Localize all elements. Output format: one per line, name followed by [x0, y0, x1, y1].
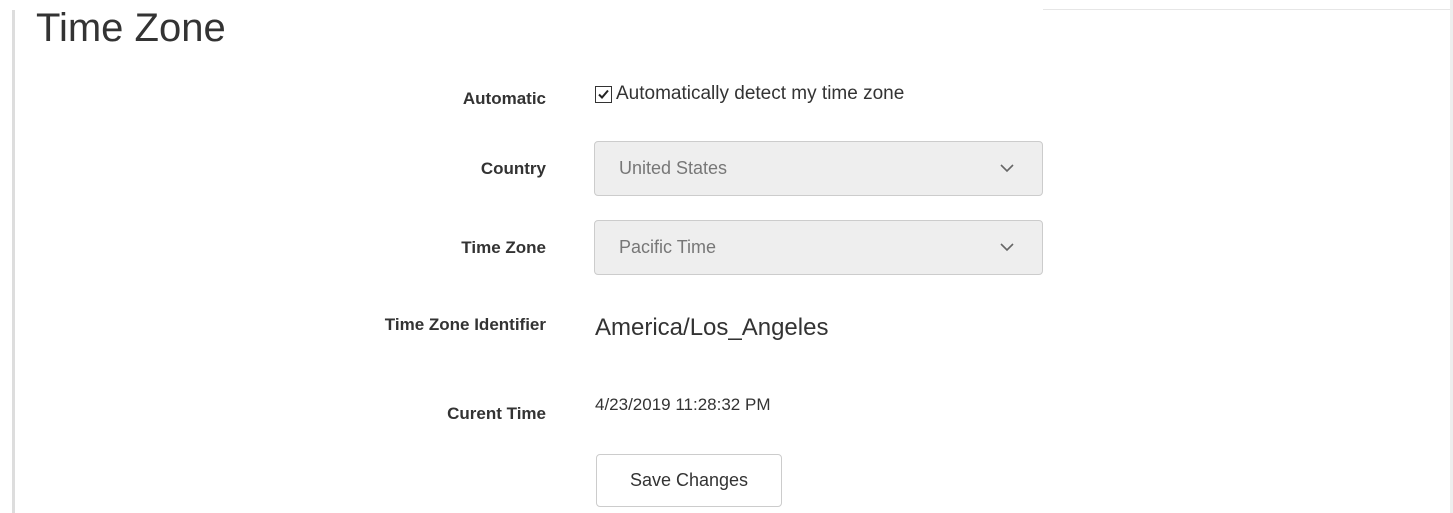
page-title: Time Zone [36, 6, 226, 50]
save-changes-button[interactable]: Save Changes [596, 454, 782, 507]
chevron-down-icon [1000, 243, 1014, 252]
automatic-label: Automatic [462, 89, 546, 108]
panel-left-border [12, 10, 15, 513]
time-zone-identifier-value: America/Los_Angeles [595, 314, 829, 341]
country-select[interactable]: United States [594, 141, 1043, 196]
time-zone-settings-panel: Time Zone Automatic Automatically detect… [0, 0, 1453, 513]
panel-top-divider [1043, 9, 1453, 10]
current-time-label: Curent Time [447, 404, 546, 423]
country-select-value: United States [619, 158, 728, 178]
chevron-down-icon [1000, 164, 1014, 173]
checkmark-icon [598, 89, 609, 99]
country-label: Country [480, 159, 546, 178]
time-zone-identifier-label: Time Zone Identifier [384, 315, 546, 334]
time-zone-select-value: Pacific Time [619, 237, 717, 257]
time-zone-select[interactable]: Pacific Time [594, 220, 1043, 275]
current-time-value: 4/23/2019 11:28:32 PM [595, 395, 771, 414]
time-zone-label: Time Zone [461, 238, 546, 257]
auto-detect-checkbox-row[interactable]: Automatically detect my time zone [595, 83, 904, 105]
auto-detect-checkbox[interactable] [595, 85, 612, 103]
auto-detect-checkbox-label: Automatically detect my time zone [616, 83, 905, 104]
